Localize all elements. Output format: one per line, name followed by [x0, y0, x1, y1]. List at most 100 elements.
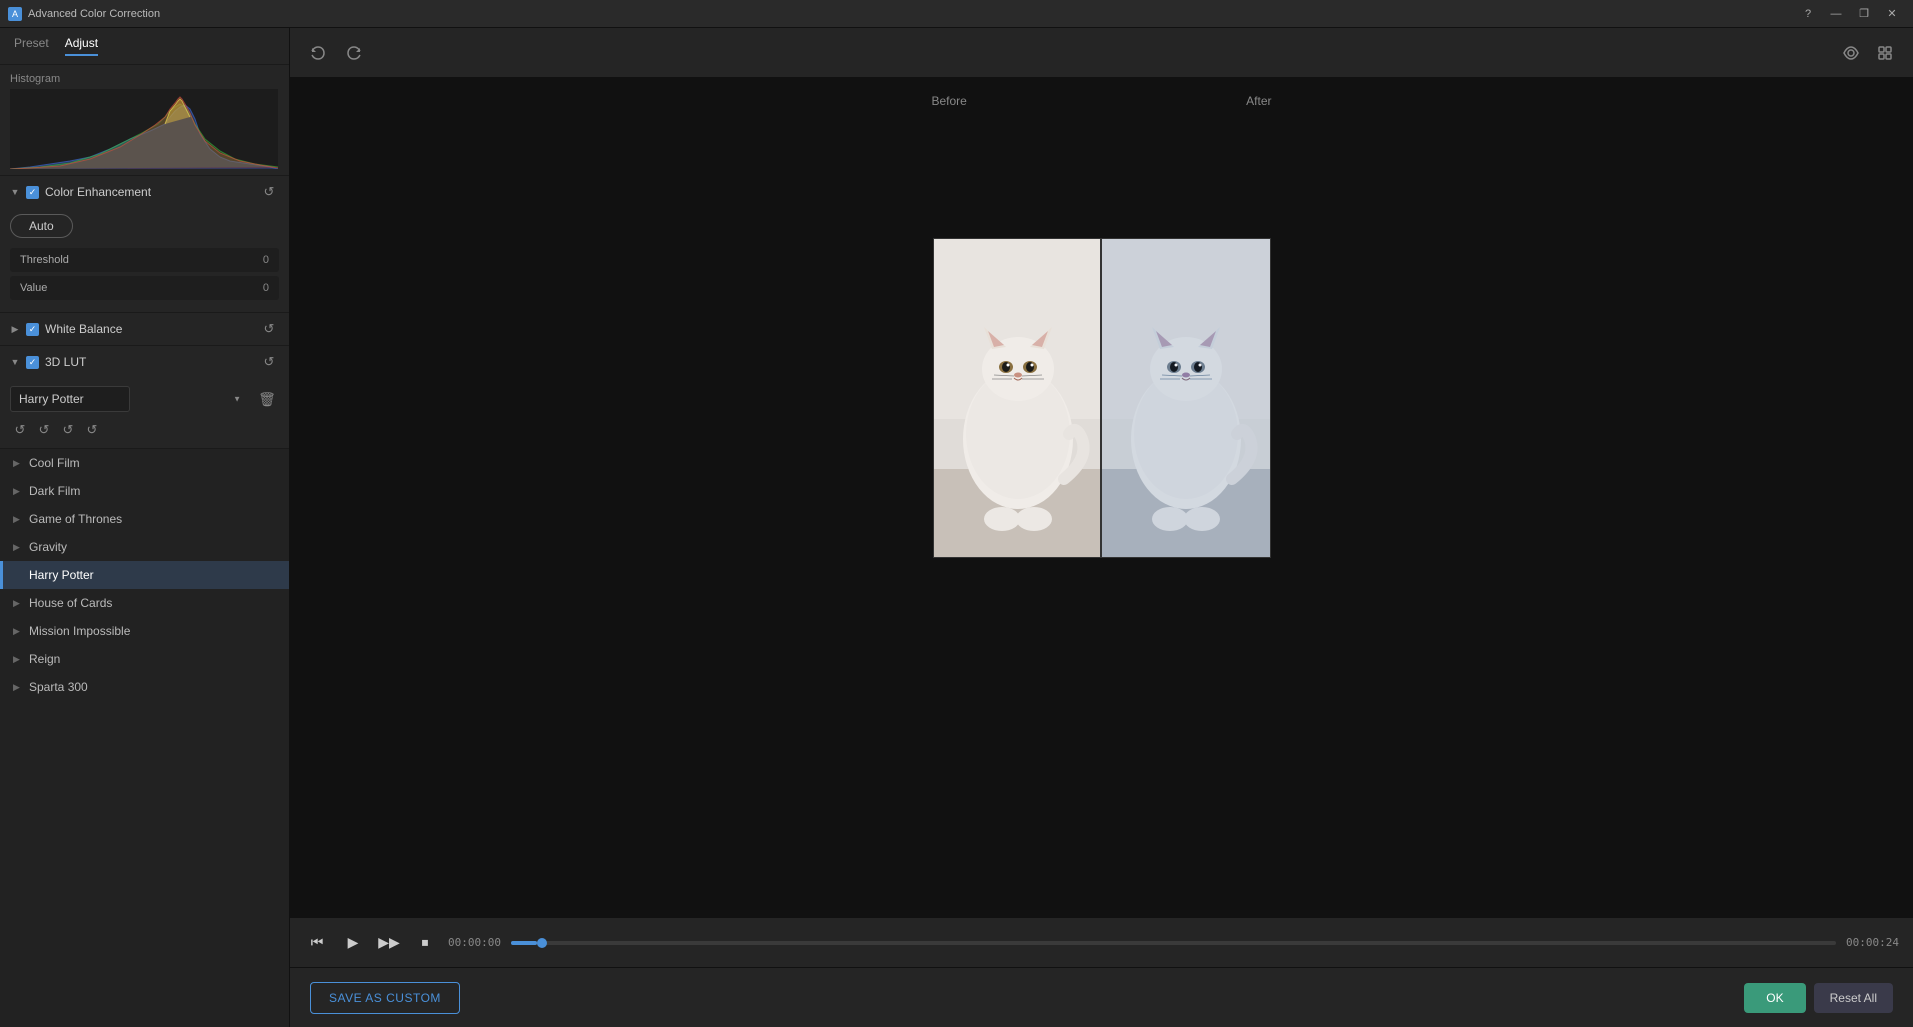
lut-item-dark-film[interactable]: ▶ Dark Film — [0, 477, 289, 505]
play-forward-button[interactable]: ▶▶ — [376, 930, 402, 956]
histogram-canvas — [10, 89, 278, 169]
stop-button[interactable]: ⏹ — [412, 930, 438, 956]
value-value: 0 — [263, 282, 269, 294]
play-button[interactable]: ▶ — [340, 930, 366, 956]
reset-all-button[interactable]: Reset All — [1814, 983, 1893, 1013]
white-balance-header[interactable]: ▶ ✓ White Balance ↺ — [0, 313, 289, 345]
lut-item-label: House of Cards — [29, 596, 112, 610]
lut-delete-button[interactable]: 🗑 — [255, 387, 279, 411]
current-time: 00:00:00 — [448, 936, 501, 949]
white-balance-title: White Balance — [45, 322, 122, 336]
lut-item-arrow: ▶ — [13, 514, 25, 525]
color-enhancement-header-left: ▼ ✓ Color Enhancement — [10, 185, 151, 199]
after-image — [1102, 239, 1270, 557]
top-toolbar — [290, 28, 1913, 78]
lut-dropdown[interactable]: Cool Film Dark Film Game of Thrones Grav… — [10, 386, 130, 412]
lut-param-reset-4[interactable]: ↺ — [82, 420, 102, 440]
lut-item-game-of-thrones[interactable]: ▶ Game of Thrones — [0, 505, 289, 533]
view-toggle-button[interactable] — [1837, 39, 1865, 67]
lut-item-house-of-cards[interactable]: ▶ House of Cards — [0, 589, 289, 617]
white-balance-section: ▶ ✓ White Balance ↺ — [0, 313, 289, 346]
threshold-value: 0 — [263, 254, 269, 266]
lut-item-harry-potter[interactable]: Harry Potter — [0, 561, 289, 589]
lut-item-arrow: ▶ — [13, 654, 25, 665]
lut-item-label: Mission Impossible — [29, 624, 130, 638]
lut-dropdown-wrapper: Cool Film Dark Film Game of Thrones Grav… — [10, 386, 249, 412]
value-row[interactable]: Value 0 — [10, 276, 279, 300]
close-button[interactable]: ✕ — [1879, 4, 1905, 24]
lut-section: ▼ ✓ 3D LUT ↺ Cool Film Dark Film Game of… — [0, 346, 289, 1027]
undo-button[interactable] — [304, 39, 332, 67]
tab-adjust[interactable]: Adjust — [65, 36, 98, 56]
lut-checkbox[interactable]: ✓ — [26, 356, 39, 369]
lut-param-reset-3[interactable]: ↺ — [58, 420, 78, 440]
lut-controls: Cool Film Dark Film Game of Thrones Grav… — [0, 378, 289, 420]
before-after-labels: Before After — [932, 94, 1272, 108]
auto-button[interactable]: Auto — [10, 214, 73, 238]
lut-item-mission-impossible[interactable]: ▶ Mission Impossible — [0, 617, 289, 645]
white-balance-reset[interactable]: ↺ — [259, 319, 279, 339]
color-enhancement-header[interactable]: ▼ ✓ Color Enhancement ↺ — [0, 176, 289, 208]
lut-item-label: Dark Film — [29, 484, 80, 498]
lut-item-label: Gravity — [29, 540, 67, 554]
lut-item-arrow: ▶ — [13, 486, 25, 497]
progress-thumb[interactable] — [537, 938, 547, 948]
lut-list: ▶ Cool Film ▶ Dark Film ▶ Game of Throne… — [0, 449, 289, 1027]
lut-item-reign[interactable]: ▶ Reign — [0, 645, 289, 673]
color-enhancement-chevron: ▼ — [10, 187, 20, 197]
value-label: Value — [20, 282, 47, 294]
preview-area: Before After — [290, 78, 1913, 917]
lut-item-arrow: ▶ — [13, 682, 25, 693]
before-image — [934, 239, 1102, 557]
title-bar-left: A Advanced Color Correction — [8, 7, 160, 21]
sidebar: Preset Adjust Histogram — [0, 28, 290, 1027]
main-layout: Preset Adjust Histogram — [0, 28, 1913, 1027]
skip-back-button[interactable]: ⏮ — [304, 930, 330, 956]
white-balance-checkbox[interactable]: ✓ — [26, 323, 39, 336]
lut-param-reset-1[interactable]: ↺ — [10, 420, 30, 440]
lut-section-header[interactable]: ▼ ✓ 3D LUT ↺ — [0, 346, 289, 378]
lut-header: ▼ ✓ 3D LUT ↺ Cool Film Dark Film Game of… — [0, 346, 289, 449]
bottom-bar: SAVE AS CUSTOM OK Reset All — [290, 967, 1913, 1027]
bottom-right-buttons: OK Reset All — [1744, 983, 1893, 1013]
app-title: Advanced Color Correction — [28, 8, 160, 20]
lut-item-label: Harry Potter — [29, 568, 94, 582]
progress-fill — [511, 941, 538, 945]
before-label: Before — [932, 94, 967, 108]
lut-item-label: Cool Film — [29, 456, 80, 470]
lut-chevron: ▼ — [10, 357, 20, 367]
lut-param-reset-2[interactable]: ↺ — [34, 420, 54, 440]
redo-button[interactable] — [340, 39, 368, 67]
help-button[interactable]: ? — [1795, 4, 1821, 24]
total-time: 00:00:24 — [1846, 936, 1899, 949]
minimize-button[interactable]: — — [1823, 4, 1849, 24]
lut-item-cool-film[interactable]: ▶ Cool Film — [0, 449, 289, 477]
toolbar-right — [1837, 39, 1899, 67]
ok-button[interactable]: OK — [1744, 983, 1805, 1013]
lut-item-arrow: ▶ — [13, 458, 25, 469]
progress-track[interactable] — [511, 941, 1836, 945]
threshold-row[interactable]: Threshold 0 — [10, 248, 279, 272]
lut-item-label: Game of Thrones — [29, 512, 122, 526]
maximize-button[interactable]: ❐ — [1851, 4, 1877, 24]
color-enhancement-checkbox[interactable]: ✓ — [26, 186, 39, 199]
playback-bar: ⏮ ▶ ▶▶ ⏹ 00:00:00 00:00:24 — [290, 917, 1913, 967]
save-as-custom-button[interactable]: SAVE AS CUSTOM — [310, 982, 460, 1014]
settings-button[interactable] — [1871, 39, 1899, 67]
white-balance-header-left: ▶ ✓ White Balance — [10, 322, 122, 336]
lut-item-arrow: ▶ — [13, 598, 25, 609]
preview-images-container — [933, 238, 1271, 558]
right-panel: Before After — [290, 28, 1913, 1027]
color-enhancement-reset[interactable]: ↺ — [259, 182, 279, 202]
tab-row: Preset Adjust — [0, 28, 289, 65]
white-balance-chevron: ▶ — [10, 324, 20, 334]
lut-item-gravity[interactable]: ▶ Gravity — [0, 533, 289, 561]
title-bar-controls: ? — ❐ ✕ — [1795, 4, 1905, 24]
lut-item-sparta-300[interactable]: ▶ Sparta 300 — [0, 673, 289, 701]
app-icon: A — [8, 7, 22, 21]
lut-reset[interactable]: ↺ — [259, 352, 279, 372]
lut-item-label: Reign — [29, 652, 60, 666]
color-enhancement-body: Auto Threshold 0 Value 0 — [0, 208, 289, 313]
lut-item-label: Sparta 300 — [29, 680, 88, 694]
tab-preset[interactable]: Preset — [14, 36, 49, 56]
